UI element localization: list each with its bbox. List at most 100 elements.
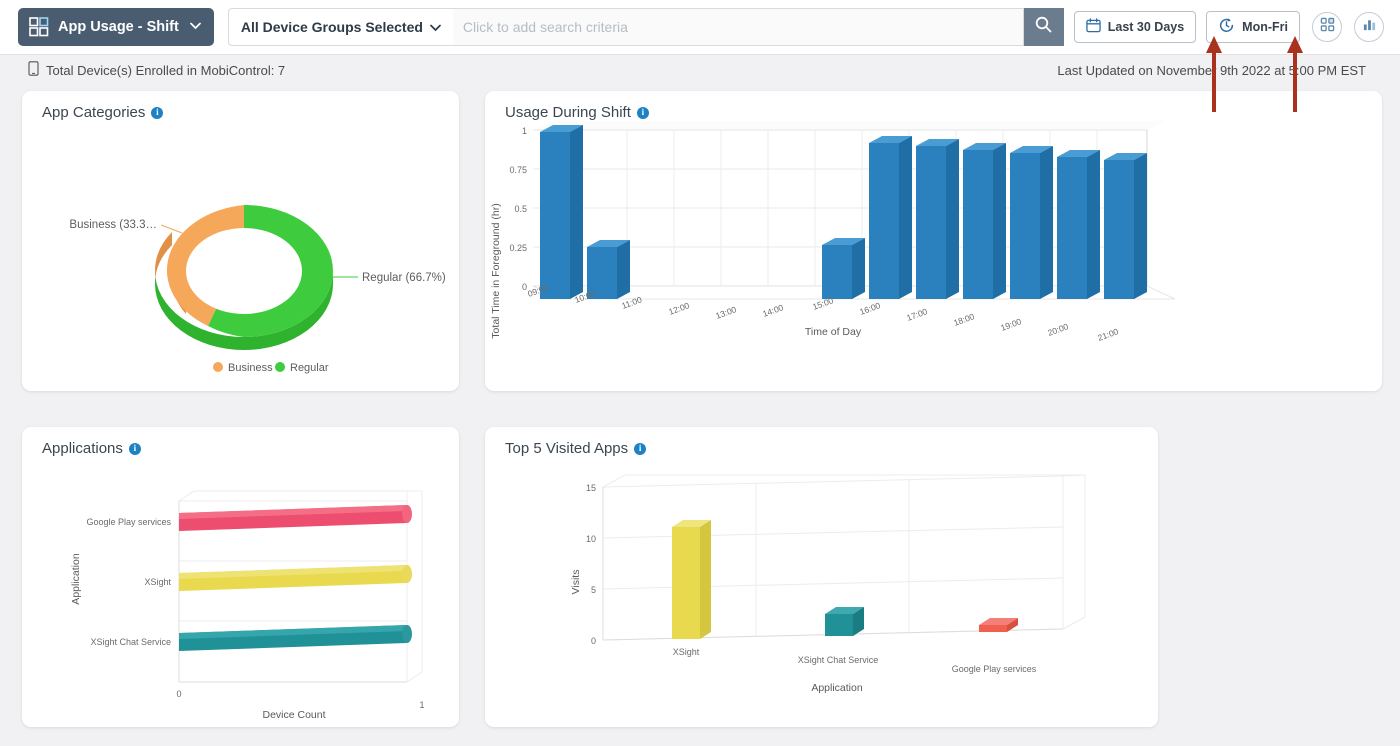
dashboard-selector[interactable]: App Usage - Shift (18, 8, 214, 46)
svg-text:12:00: 12:00 (667, 300, 691, 317)
info-icon[interactable]: i (636, 106, 649, 119)
dashboard-grid-icon (1320, 17, 1335, 37)
app-categories-donut-chart[interactable]: Business (33.3… Regular (66.7%) Business… (22, 121, 459, 386)
y-axis-label: Application (70, 553, 82, 605)
legend-label-business: Business (228, 362, 273, 374)
chevron-down-icon (430, 19, 441, 35)
svg-text:10: 10 (586, 534, 596, 544)
y-axis-label: Total Time in Foreground (hr) (490, 203, 502, 338)
category-label-xsight-chat-service: XSight Chat Service (798, 655, 879, 665)
svg-text:5: 5 (591, 585, 596, 595)
grid-icon (29, 17, 49, 37)
date-selector-button[interactable]: Last 30 Days (1073, 11, 1197, 43)
x-axis-label: Time of Day (805, 326, 862, 338)
y-axis-label: Visits (570, 570, 582, 595)
bar-chart-icon (1362, 17, 1377, 37)
svg-text:16:00: 16:00 (858, 300, 882, 317)
legend-swatch-regular (275, 362, 285, 372)
card-applications: Applications i Application Google Play s… (22, 427, 459, 727)
svg-text:1: 1 (522, 126, 527, 136)
category-label-xsight: XSight (673, 647, 700, 657)
info-icon[interactable]: i (634, 442, 647, 455)
dashboard-row-2: Applications i Application Google Play s… (22, 427, 1380, 727)
applications-chart[interactable]: Application Google Play services XSight … (22, 457, 459, 722)
card-title-usage-during-shift: Usage During Shift i (485, 91, 1382, 121)
bar-1600[interactable] (869, 136, 912, 299)
category-label-google-play-services: Google Play services (86, 517, 171, 527)
svg-text:18:00: 18:00 (952, 311, 976, 328)
device-group-selector[interactable]: All Device Groups Selected (227, 8, 453, 46)
card-top-5-visited-apps: Top 5 Visited Apps i Visits 15 10 5 0 XS… (485, 427, 1158, 727)
category-label-google-play-services: Google Play services (952, 664, 1037, 674)
search-icon (1034, 15, 1053, 39)
card-title-text: Usage During Shift (505, 104, 631, 121)
svg-text:0: 0 (591, 636, 596, 646)
svg-text:0.25: 0.25 (509, 243, 527, 253)
date-selector-label: Last 30 Days (1107, 20, 1185, 34)
reports-view-button[interactable] (1354, 12, 1384, 42)
bar-2100[interactable] (1104, 153, 1147, 299)
svg-text:20:00: 20:00 (1046, 321, 1070, 338)
calendar-icon (1086, 18, 1101, 36)
device-icon (28, 61, 39, 79)
dashboard-board: App Categories i Business (33.3… Regular… (0, 85, 1400, 727)
card-usage-during-shift: Usage During Shift i Total Time in Foreg… (485, 91, 1382, 391)
device-group-label: All Device Groups Selected (240, 19, 423, 35)
last-updated-label: Last Updated on November 9th 2022 at 5:0… (1057, 62, 1366, 78)
subheader: Total Device(s) Enrolled in MobiControl:… (0, 55, 1400, 85)
x-axis-label: Application (811, 682, 863, 694)
card-title-applications: Applications i (22, 427, 459, 457)
top-5-visited-apps-chart[interactable]: Visits 15 10 5 0 XSight XSight Chat Serv… (485, 457, 1158, 722)
search-input[interactable] (452, 9, 1023, 45)
dashboard-selector-label: App Usage - Shift (58, 19, 179, 35)
svg-text:17:00: 17:00 (905, 306, 929, 323)
top-toolbar: App Usage - Shift All Device Groups Sele… (0, 0, 1400, 55)
clock-icon (1218, 17, 1235, 37)
shift-selector-label: Mon-Fri (1242, 20, 1288, 34)
dashboards-view-button[interactable] (1312, 12, 1342, 42)
search-button[interactable] (1023, 8, 1064, 46)
search-bar (452, 8, 1024, 46)
legend-label-regular: Regular (290, 362, 329, 374)
card-title-top-5-visited-apps: Top 5 Visited Apps i (485, 427, 1158, 457)
dashboard-row-1: App Categories i Business (33.3… Regular… (22, 91, 1382, 391)
bar-1500[interactable] (822, 238, 865, 299)
chevron-down-icon (189, 21, 201, 33)
shift-selector-button[interactable]: Mon-Fri (1206, 11, 1300, 43)
y-axis-ticks: 1 0.75 0.5 0.25 0 (509, 126, 527, 292)
y-axis-ticks: 15 10 5 0 (586, 483, 596, 646)
category-label-xsight-chat-service: XSight Chat Service (90, 637, 171, 647)
category-label-xsight: XSight (144, 577, 171, 587)
bar-1900[interactable] (1010, 146, 1053, 299)
bar-xsight[interactable] (672, 520, 711, 639)
info-icon[interactable]: i (151, 106, 164, 119)
card-title-app-categories: App Categories i (22, 91, 459, 121)
bar-1800[interactable] (963, 143, 1006, 299)
bar-1700[interactable] (916, 139, 959, 299)
device-count: Total Device(s) Enrolled in MobiControl:… (28, 61, 285, 79)
info-icon[interactable]: i (128, 442, 141, 455)
card-title-text: Applications (42, 440, 123, 457)
bar-2000[interactable] (1057, 150, 1100, 299)
svg-text:19:00: 19:00 (999, 316, 1023, 333)
svg-text:0.5: 0.5 (514, 204, 527, 214)
svg-text:15: 15 (586, 483, 596, 493)
device-count-label: Total Device(s) Enrolled in MobiControl:… (46, 62, 286, 78)
svg-text:0.75: 0.75 (509, 165, 527, 175)
x-tick-1: 1 (419, 700, 424, 710)
card-title-text: App Categories (42, 104, 146, 121)
usage-during-shift-chart[interactable]: Total Time in Foreground (hr) 1 0.75 0.5… (485, 117, 1382, 386)
svg-text:21:00: 21:00 (1096, 326, 1120, 343)
svg-text:13:00: 13:00 (714, 304, 738, 321)
svg-text:14:00: 14:00 (761, 302, 785, 319)
donut-label-regular: Regular (66.7%) (362, 272, 446, 284)
card-app-categories: App Categories i Business (33.3… Regular… (22, 91, 459, 391)
bar-xsight-chat-service[interactable] (825, 607, 864, 636)
x-axis-label: Device Count (262, 709, 325, 721)
legend-swatch-business (213, 362, 223, 372)
donut-label-business: Business (33.3… (69, 219, 157, 231)
x-tick-0: 0 (176, 689, 181, 699)
card-title-text: Top 5 Visited Apps (505, 440, 629, 457)
bar-0900[interactable] (540, 125, 583, 299)
donut-legend: Business Regular (213, 362, 329, 374)
